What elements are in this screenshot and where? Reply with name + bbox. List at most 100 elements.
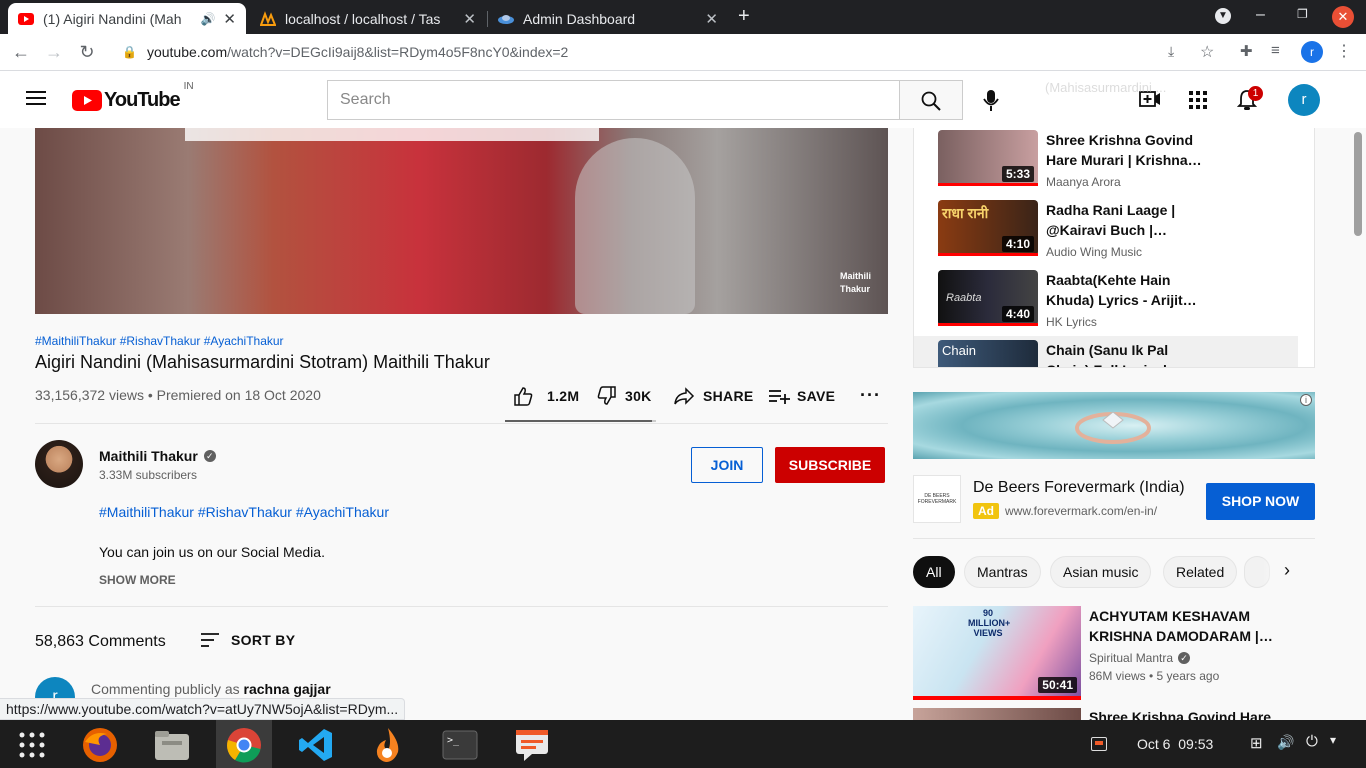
- recommended-title[interactable]: ACHYUTAM KESHAVAM KRISHNA DAMODARAM |…: [1089, 606, 1279, 646]
- playlist-item[interactable]: राधा रानी 4:10 Radha Rani Laage | @Kairav…: [938, 200, 1300, 270]
- description-hashtags[interactable]: #MaithiliThakur #RishavThakur #AyachiTha…: [99, 504, 389, 520]
- tab-search-icon[interactable]: ▼: [1215, 8, 1231, 24]
- search-button[interactable]: [899, 80, 963, 120]
- recommended-meta: 86M views • 5 years ago: [1089, 669, 1220, 683]
- close-tab-icon[interactable]: ✕: [223, 10, 236, 28]
- phpmyadmin-favicon-icon: [259, 10, 277, 27]
- power-icon[interactable]: ⏻: [1306, 733, 1318, 750]
- chip-all[interactable]: All: [913, 556, 955, 588]
- show-more-button[interactable]: SHOW MORE: [99, 573, 176, 587]
- page-scrollbar[interactable]: [1354, 132, 1362, 236]
- volume-icon[interactable]: 🔊: [1277, 734, 1294, 751]
- extensions-icon[interactable]: ✚: [1240, 42, 1253, 60]
- thumbs-up-icon: [514, 387, 533, 406]
- media-control-icon[interactable]: ≡: [1271, 42, 1280, 59]
- ad-brand[interactable]: De Beers Forevermark (India): [973, 479, 1185, 497]
- tab-phpmyadmin[interactable]: localhost / localhost / Tas ✕: [250, 3, 486, 34]
- notification-count-badge: 1: [1248, 86, 1263, 101]
- close-window-icon[interactable]: ✕: [1332, 6, 1354, 28]
- playlist-item[interactable]: Raabta 4:40 Raabta(Kehte Hain Khuda) Lyri…: [938, 270, 1300, 340]
- subscribe-button[interactable]: SUBSCRIBE: [775, 447, 885, 483]
- tab-title: localhost / localhost / Tas: [285, 10, 441, 27]
- video-hashtags[interactable]: #MaithiliThakur #RishavThakur #AyachiTha…: [35, 334, 284, 348]
- recommended-thumbnail[interactable]: [913, 708, 1081, 720]
- share-arrow-icon: [674, 387, 695, 405]
- clock[interactable]: Oct 6 09:53: [1137, 736, 1213, 752]
- player-watermark: Maithili Thakur: [840, 271, 871, 294]
- dislike-button[interactable]: 30K: [597, 386, 652, 406]
- channel-avatar[interactable]: [35, 440, 83, 488]
- files-icon[interactable]: [151, 726, 193, 764]
- recommended-title[interactable]: Shree Krishna Govind Hare: [1089, 709, 1271, 720]
- network-icon[interactable]: ⊞: [1250, 734, 1263, 752]
- svg-text:>_: >_: [447, 735, 460, 746]
- ad-meta: Ad www.forevermark.com/en-in/: [973, 503, 1157, 519]
- like-button[interactable]: 1.2M: [513, 386, 579, 406]
- recommended-channel-row: Spiritual Mantra ✓: [1089, 651, 1191, 665]
- close-tab-icon[interactable]: ✕: [463, 10, 476, 28]
- chat-app-icon[interactable]: [511, 726, 553, 764]
- playlist-item[interactable]: 5:33 Shree Krishna Govind Hare Murari | …: [938, 130, 1300, 200]
- close-tab-icon[interactable]: ✕: [705, 10, 718, 28]
- reload-icon[interactable]: ↻: [76, 42, 98, 63]
- vscode-icon[interactable]: [295, 726, 337, 764]
- ad-banner-image[interactable]: i: [913, 392, 1315, 459]
- terminal-icon[interactable]: >_: [439, 726, 481, 764]
- hamburger-menu-icon[interactable]: [26, 91, 46, 105]
- sort-by-button[interactable]: SORT BY: [201, 632, 295, 648]
- join-button[interactable]: JOIN: [691, 447, 763, 483]
- search-input[interactable]: Search: [327, 80, 900, 120]
- bookmark-star-icon[interactable]: ☆: [1200, 42, 1214, 62]
- forward-icon[interactable]: →: [43, 42, 65, 63]
- shop-now-button[interactable]: SHOP NOW: [1206, 483, 1315, 520]
- channel-name[interactable]: Maithili Thakur: [99, 448, 198, 464]
- tray-notification-icon[interactable]: [1091, 737, 1107, 751]
- share-button[interactable]: SHARE: [673, 386, 754, 406]
- playlist-item[interactable]: Chain Chain (Sanu Ik Pal Chain) Full Lyr…: [938, 340, 1300, 367]
- watched-progress: [913, 696, 1081, 700]
- thumb-art: राधा रानी: [942, 205, 989, 221]
- install-icon[interactable]: ⤓: [1168, 43, 1174, 60]
- app-grid-icon[interactable]: [11, 726, 53, 764]
- profile-avatar[interactable]: r: [1301, 41, 1323, 63]
- minimize-icon[interactable]: –: [1256, 6, 1265, 24]
- playlist-item-title: Radha Rani Laage | @Kairavi Buch |…: [1046, 202, 1176, 238]
- playlist-item-channel: HK Lyrics: [1046, 315, 1097, 329]
- channel-name-row[interactable]: Maithili Thakur ✓: [99, 448, 216, 464]
- maximize-icon[interactable]: ❐: [1297, 7, 1308, 21]
- microphone-shape: [575, 138, 695, 314]
- chip-related[interactable]: Related: [1163, 556, 1238, 588]
- more-actions-icon[interactable]: ···: [860, 385, 881, 406]
- recommended-thumbnail[interactable]: 90 MILLION+ VIEWS 50:41: [913, 606, 1081, 700]
- verified-check-icon: ✓: [1178, 652, 1191, 664]
- save-button[interactable]: SAVE: [768, 386, 835, 406]
- tab-youtube[interactable]: (1) Aigiri Nandini (Mah 🔊 ✕: [8, 3, 246, 34]
- address-bar[interactable]: 🔒 youtube.com/watch?v=DEGcIi9aij8&list=R…: [110, 38, 1228, 66]
- ad-badge: Ad: [973, 503, 999, 519]
- speaker-icon[interactable]: 🔊: [200, 12, 215, 26]
- tab-title: (1) Aigiri Nandini (Mah: [43, 10, 182, 27]
- ad-info-icon[interactable]: i: [1300, 394, 1312, 406]
- chrome-icon[interactable]: [223, 726, 265, 764]
- new-tab-icon[interactable]: +: [738, 5, 750, 28]
- firefox-icon[interactable]: [79, 726, 121, 764]
- microphone-icon[interactable]: [983, 88, 999, 117]
- blender-flame-icon[interactable]: [367, 726, 409, 764]
- video-player[interactable]: ▬▬▬▬▬▬▬▬▬ MaithiliThakur: [35, 128, 888, 314]
- tray-menu-icon[interactable]: ▾: [1330, 733, 1336, 747]
- ad-logo[interactable]: DE BEERS FOREVERMARK: [913, 475, 961, 523]
- subscriber-count: 3.33M subscribers: [99, 468, 198, 482]
- player-overlay-text: ▬▬▬▬▬▬▬▬▬: [185, 128, 599, 152]
- youtube-logo[interactable]: YouTube IN: [72, 81, 194, 112]
- back-icon[interactable]: ←: [10, 42, 32, 63]
- chevron-right-icon[interactable]: ›: [1284, 560, 1290, 581]
- chip-mantras[interactable]: Mantras: [964, 556, 1041, 588]
- thumb-text: 90 MILLION+ VIEWS: [968, 608, 1011, 638]
- browser-menu-icon[interactable]: ⋮: [1336, 41, 1352, 61]
- browser-toolbar: ← → ↻ 🔒 youtube.com/watch?v=DEGcIi9aij8&…: [0, 34, 1366, 71]
- account-avatar[interactable]: r: [1288, 84, 1320, 116]
- description-text: You can join us on our Social Media.: [99, 544, 325, 560]
- chip-asian-music[interactable]: Asian music: [1050, 556, 1152, 588]
- youtube-favicon-icon: [18, 11, 34, 27]
- tab-admin-dashboard[interactable]: Admin Dashboard ✕: [488, 3, 728, 34]
